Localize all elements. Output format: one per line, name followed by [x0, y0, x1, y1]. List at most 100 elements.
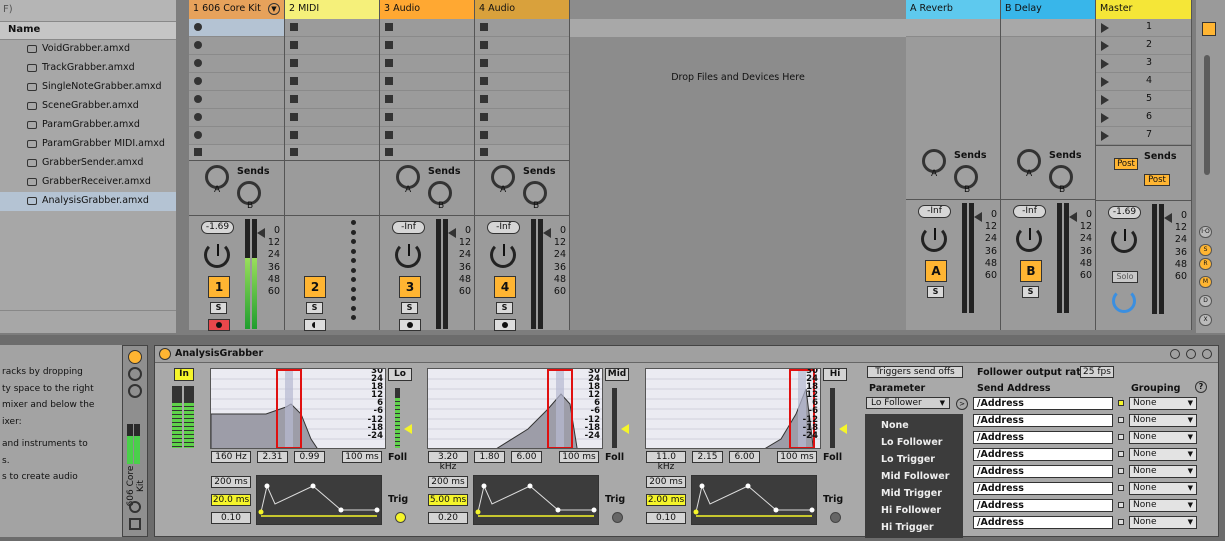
volume-field[interactable]: -Inf — [392, 221, 425, 234]
volume-field[interactable]: -1.69 — [1108, 206, 1141, 219]
band-attack[interactable]: 200 ms — [646, 476, 686, 488]
clip-slot[interactable] — [380, 127, 474, 145]
monitor-button[interactable] — [304, 319, 326, 331]
parameter-select[interactable]: Lo Follower ▼ — [866, 397, 950, 409]
browser-item[interactable]: ParamGrabber MIDI.amxd — [0, 135, 176, 154]
volume-field[interactable]: -Inf — [487, 221, 520, 234]
grouping-select[interactable]: None — [1129, 431, 1197, 444]
clip-slot[interactable] — [285, 19, 379, 37]
mixer-toggle-icon[interactable]: M — [1199, 276, 1212, 288]
scene-slot[interactable]: 6 — [1096, 109, 1191, 127]
send-checkbox[interactable] — [1118, 519, 1124, 525]
band-spectrum[interactable]: 30 24 18 12 6 -6 -12 -18 -24 — [645, 368, 821, 449]
clip-slot[interactable] — [189, 19, 284, 37]
band-q[interactable]: 1.80 — [474, 451, 505, 463]
band-amount[interactable]: 0.10 — [646, 512, 686, 524]
map-arrow-icon[interactable]: > — [956, 398, 968, 410]
clip-slot[interactable] — [285, 127, 379, 145]
browser-item[interactable]: TrackGrabber.amxd — [0, 59, 176, 78]
volume-fader-icon[interactable] — [543, 228, 551, 238]
scene-slot[interactable]: 4 — [1096, 73, 1191, 91]
band-attack[interactable]: 200 ms — [211, 476, 251, 488]
band-release[interactable]: 20.0 ms — [211, 494, 251, 506]
band-freq[interactable]: 160 Hz — [211, 451, 251, 463]
fold-icon[interactable] — [128, 384, 142, 398]
grouping-select[interactable]: None — [1129, 516, 1197, 529]
follower-rate-value[interactable]: 25 fps — [1080, 366, 1114, 378]
arm-button[interactable] — [399, 319, 421, 331]
band-time[interactable]: 100 ms — [342, 451, 382, 463]
band-attack[interactable]: 200 ms — [428, 476, 468, 488]
track-header[interactable]: 4 Audio — [475, 0, 569, 19]
volume-fader-icon[interactable] — [257, 228, 265, 238]
stop-clips-icon[interactable] — [194, 148, 202, 156]
clip-slot[interactable] — [380, 19, 474, 37]
send-checkbox[interactable] — [1118, 451, 1124, 457]
clip-slot[interactable] — [475, 55, 569, 73]
io-toggle-icon[interactable]: I·O — [1199, 226, 1212, 238]
menu-item[interactable]: Mid Follower — [865, 468, 963, 485]
browser-item[interactable]: GrabberSender.amxd — [0, 154, 176, 173]
track-activator[interactable]: 3 — [399, 276, 421, 298]
solo-button[interactable]: S — [927, 286, 944, 298]
solo-button[interactable]: Solo — [1112, 271, 1138, 283]
band-gain[interactable]: 0.99 — [294, 451, 325, 463]
volume-fader-icon[interactable] — [1164, 213, 1172, 223]
clip-slot[interactable] — [475, 91, 569, 109]
band-threshold-icon[interactable] — [621, 424, 629, 434]
crossfader-toggle-icon[interactable]: X — [1199, 314, 1212, 326]
send-checkbox[interactable] — [1118, 502, 1124, 508]
clip-slot[interactable] — [285, 73, 379, 91]
band-label-button[interactable]: Hi — [823, 368, 847, 381]
band-q[interactable]: 2.31 — [257, 451, 288, 463]
clip-slot[interactable] — [475, 19, 569, 37]
power-icon[interactable] — [128, 367, 142, 381]
clip-slot[interactable] — [189, 91, 284, 109]
session-toggle-icon[interactable] — [1202, 22, 1216, 36]
strip-button-icon[interactable] — [129, 501, 141, 513]
send-address-field[interactable]: /Address — [973, 431, 1113, 444]
send-address-field[interactable]: /Address — [973, 499, 1113, 512]
band-gain[interactable]: 6.00 — [511, 451, 542, 463]
grouping-select[interactable]: None — [1129, 397, 1197, 410]
menu-item[interactable]: Lo Trigger — [865, 451, 963, 468]
fold-arrow-icon[interactable]: ▼ — [268, 3, 280, 15]
track-header[interactable]: 3 Audio — [380, 0, 474, 19]
clip-slot[interactable] — [189, 109, 284, 127]
envelope-display[interactable] — [256, 475, 382, 525]
menu-item[interactable]: Hi Follower — [865, 502, 963, 519]
device-on-icon[interactable] — [159, 348, 171, 360]
envelope-display[interactable] — [473, 475, 599, 525]
triggers-send-offs-button[interactable]: Triggers send offs — [867, 366, 963, 378]
band-amount[interactable]: 0.10 — [211, 512, 251, 524]
send-address-field[interactable]: /Address — [973, 397, 1113, 410]
send-address-field[interactable]: /Address — [973, 448, 1113, 461]
track-activator[interactable]: 2 — [304, 276, 326, 298]
solo-button[interactable]: S — [210, 302, 227, 314]
volume-field[interactable]: -Inf — [1013, 205, 1046, 218]
clip-slot[interactable] — [189, 73, 284, 91]
clip-slot[interactable] — [189, 37, 284, 55]
send-checkbox[interactable] — [1118, 468, 1124, 474]
track-activator[interactable]: 1 — [208, 276, 230, 298]
track-header[interactable]: B Delay — [1001, 0, 1095, 19]
arm-button[interactable] — [494, 319, 516, 331]
band-label-button[interactable]: Lo — [388, 368, 412, 381]
send-address-field[interactable]: /Address — [973, 482, 1113, 495]
stop-row[interactable] — [285, 145, 379, 161]
band-amount[interactable]: 0.20 — [428, 512, 468, 524]
track-header[interactable]: A Reverb — [906, 0, 1000, 19]
browser-item[interactable]: AnalysisGrabber.amxd — [0, 192, 176, 211]
delay-toggle-icon[interactable]: D — [1199, 295, 1212, 307]
clip-slot[interactable] — [475, 37, 569, 55]
band-q[interactable]: 2.15 — [692, 451, 723, 463]
track-header[interactable]: 1 606 Core Kit ▼ — [189, 0, 284, 19]
track-header[interactable]: 2 MIDI — [285, 0, 379, 19]
menu-item[interactable]: None — [865, 417, 963, 434]
band-threshold-icon[interactable] — [404, 424, 412, 434]
send-address-field[interactable]: /Address — [973, 414, 1113, 427]
solo-button[interactable]: S — [306, 302, 323, 314]
send-address-field[interactable]: /Address — [973, 516, 1113, 529]
scrollbar[interactable] — [1204, 55, 1210, 175]
browser-item[interactable]: SingleNoteGrabber.amxd — [0, 78, 176, 97]
